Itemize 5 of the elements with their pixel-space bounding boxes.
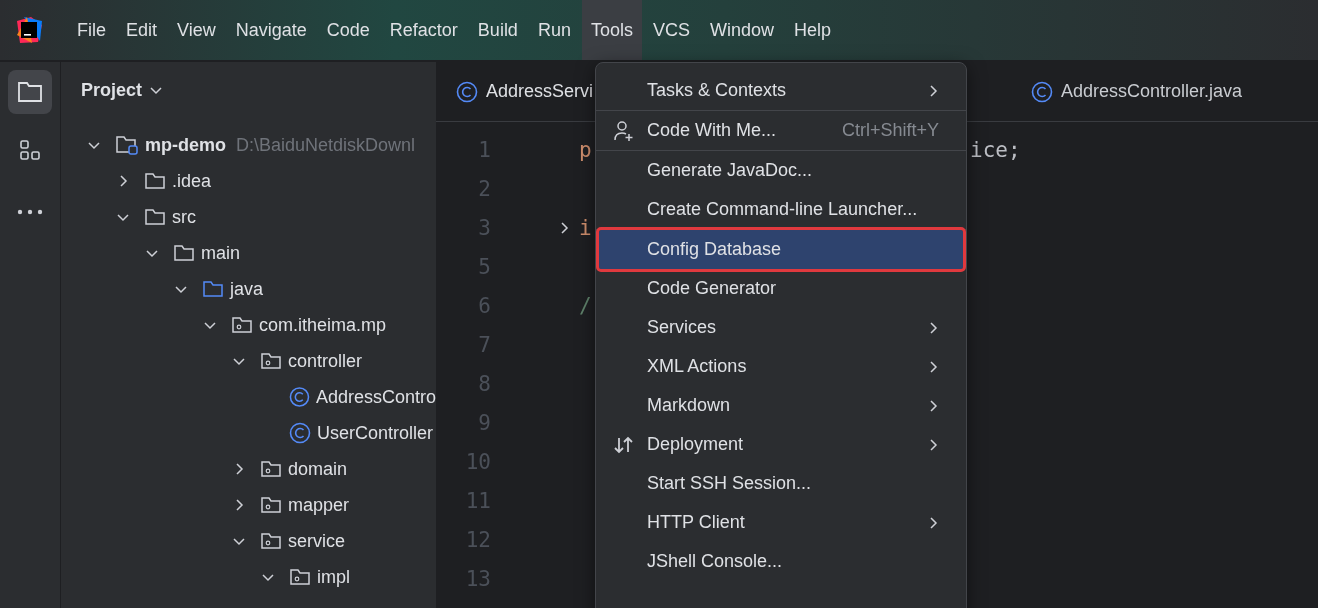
path-hint: D:\BaiduNetdiskDownl <box>236 134 416 156</box>
code-text: ice; <box>970 137 1021 162</box>
code-text: p <box>579 137 592 162</box>
code-text: i <box>579 215 592 240</box>
code-comment: / <box>579 293 592 318</box>
